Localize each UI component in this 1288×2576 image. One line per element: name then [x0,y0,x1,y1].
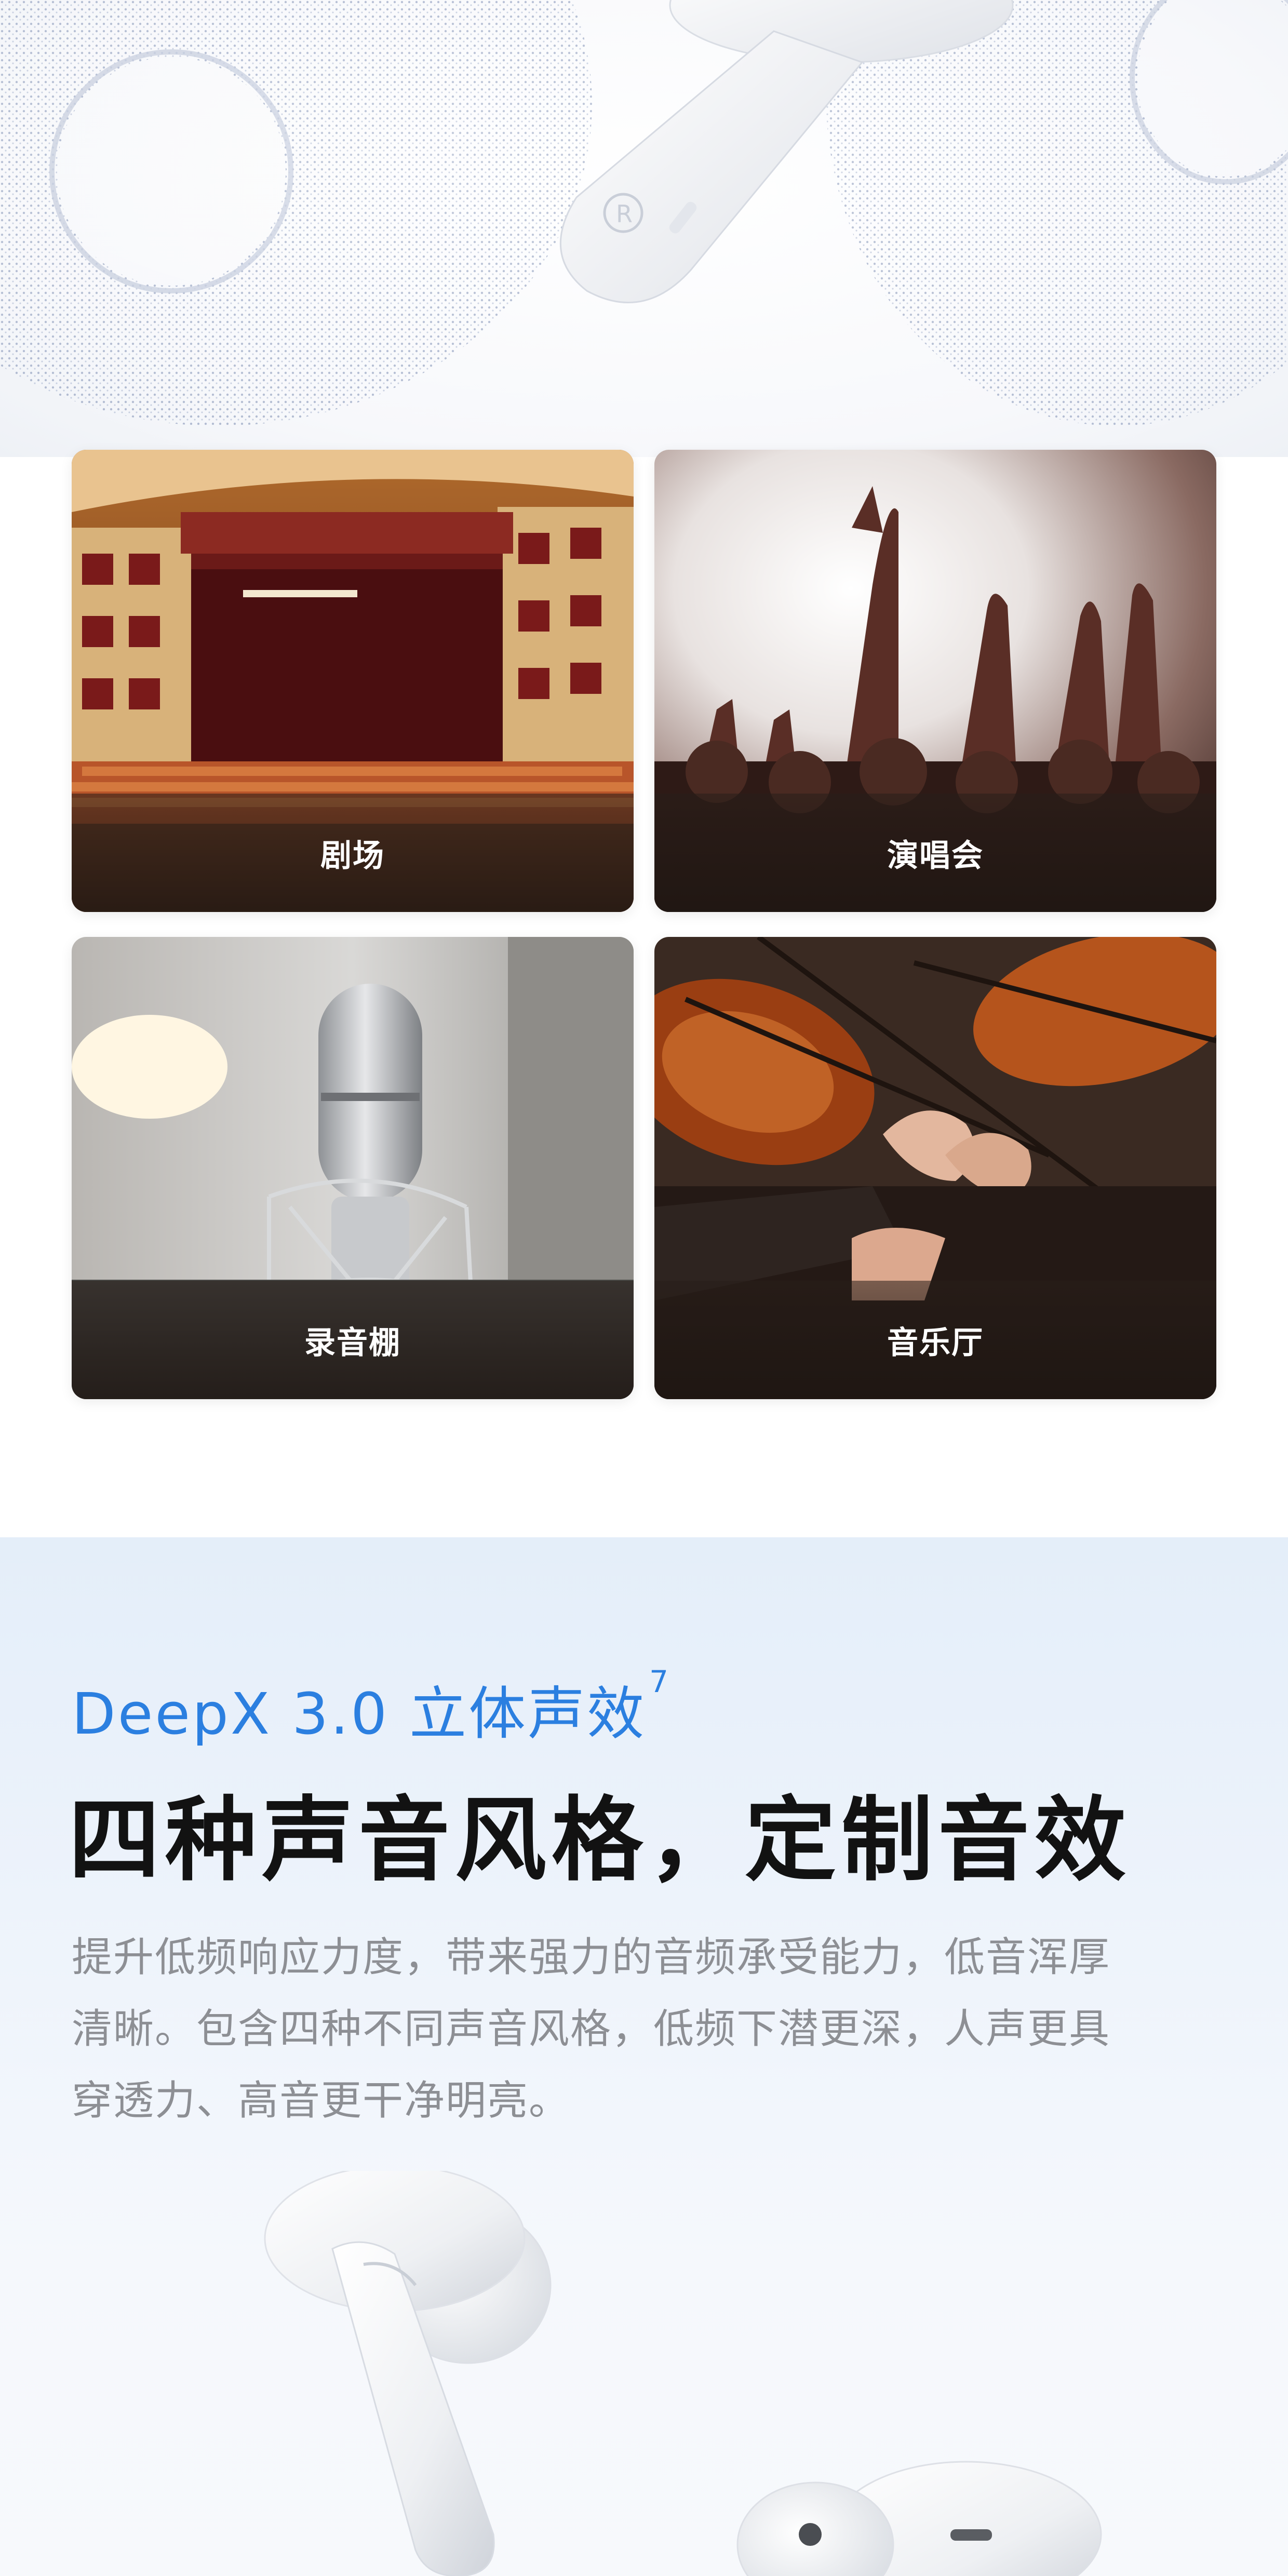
scene-label-concert: 演唱会 [887,837,984,874]
svg-text:R: R [616,200,633,228]
eyebrow-text: DeepX 3.0 立体声效 [72,1681,647,1747]
scene-label-studio: 录音棚 [304,1324,401,1361]
scene-card-hall: 音乐厅 [654,937,1216,1399]
scene-caption: 音乐厅 [654,1281,1216,1399]
description-line: 提升低频响应力度，带来强力的音频承受能力，低音浑厚 [72,1934,1111,1981]
hero-earbud-illustration: R [0,0,1288,457]
scene-card-concert: 演唱会 [654,450,1216,912]
scene-caption: 录音棚 [72,1281,634,1399]
scene-caption: 剧场 [72,794,634,912]
scene-caption: 演唱会 [654,794,1216,912]
white-earbuds-image [264,2171,1102,2576]
section-eyebrow: DeepX 3.0 立体声效 7 [72,1664,671,1750]
product-detail-page: R 剧场 演唱会 录音棚 音乐厅 DeepX 3.0 立体声效 7 四种声音风格… [0,0,1288,2576]
section-description: 提升低频响应力度，带来强力的音频承受能力，低音浑厚 清晰。包含四种不同声音风格，… [72,1922,1214,2137]
scene-label-hall: 音乐厅 [887,1324,984,1361]
description-line: 穿透力、高音更干净明亮。 [72,2077,571,2124]
hero-banner: R [0,0,1288,457]
scene-card-theatre: 剧场 [72,450,634,912]
section-headline: 四种声音风格，定制音效 [69,1787,1132,1894]
scene-card-studio: 录音棚 [72,937,634,1399]
description-line: 清晰。包含四种不同声音风格，低频下潜更深，人声更具 [72,2006,1111,2052]
footnote-marker: 7 [649,1664,671,1699]
sound-styles-section: DeepX 3.0 立体声效 7 四种声音风格，定制音效 提升低频响应力度，带来强… [0,1537,1288,2576]
scene-label-theatre: 剧场 [320,837,385,874]
